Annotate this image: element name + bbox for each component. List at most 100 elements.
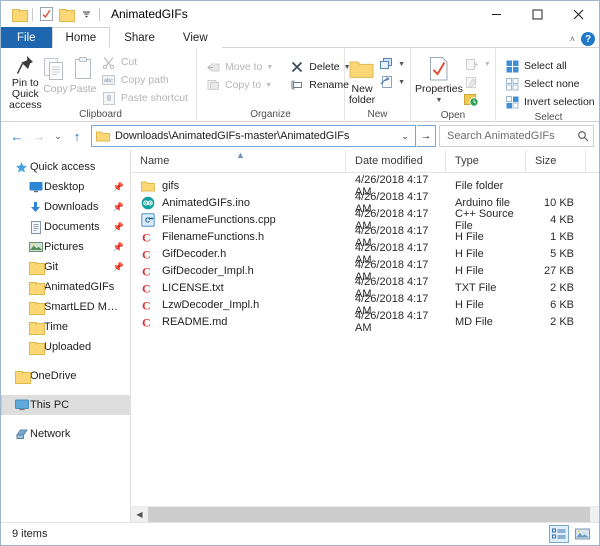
invert-selection-button[interactable]: Invert selection	[500, 93, 599, 111]
sidebar-label: Uploaded	[44, 341, 91, 353]
open-icon	[464, 56, 480, 72]
copy-path-button[interactable]: abc Copy path	[97, 71, 192, 89]
pin-icon[interactable]: 📌	[113, 182, 124, 193]
details-view-button[interactable]	[549, 525, 569, 543]
pin-icon[interactable]: 📌	[113, 262, 124, 273]
horizontal-scrollbar[interactable]: ◀	[131, 506, 599, 522]
sidebar-item-git[interactable]: Git 📌	[1, 257, 130, 277]
pin-icon[interactable]: 📌	[113, 202, 124, 213]
copy-label: Copy	[43, 84, 68, 95]
new-folder-icon[interactable]	[56, 4, 76, 24]
paste-button[interactable]: Paste	[69, 51, 97, 107]
chevron-down-icon[interactable]: ▼	[435, 95, 442, 106]
folder-icon	[27, 262, 44, 273]
arduino-icon	[140, 195, 156, 211]
file-type: C++ Source File	[446, 208, 526, 232]
maximize-button[interactable]	[517, 1, 558, 27]
large-icons-view-button[interactable]	[572, 525, 592, 543]
file-date: 4/26/2018 4:17 AM	[346, 310, 446, 334]
new-folder-label: New folder	[347, 84, 377, 106]
column-header-size[interactable]: Size	[526, 150, 586, 173]
folder-icon[interactable]	[9, 4, 29, 24]
sidebar-item-desktop[interactable]: Desktop 📌	[1, 177, 130, 197]
pin-icon[interactable]: 📌	[113, 222, 124, 233]
search-input[interactable]: Search AnimatedGIFs	[439, 125, 594, 147]
new-item-button[interactable]: ▼	[377, 55, 406, 73]
tab-file[interactable]: File	[1, 27, 52, 48]
easy-access-button[interactable]: ▼	[377, 73, 406, 91]
dropdown-arrow-icon[interactable]	[76, 4, 96, 24]
select-all-button[interactable]: Select all	[500, 57, 599, 75]
sidebar-item-time[interactable]: Time	[1, 317, 130, 337]
tab-share[interactable]: Share	[110, 27, 169, 48]
collapse-ribbon-button[interactable]: ˄	[570, 34, 575, 44]
chevron-down-icon[interactable]: ▼	[398, 61, 405, 68]
copy-path-icon: abc	[101, 72, 117, 88]
new-folder-button[interactable]: New folder	[347, 51, 377, 107]
scrollbar-track[interactable]	[148, 507, 599, 523]
file-type: MD File	[446, 316, 526, 328]
table-row[interactable]: C README.md 4/26/2018 4:17 AM MD File 2 …	[131, 313, 599, 330]
select-none-button[interactable]: Select none	[500, 75, 599, 93]
history-button[interactable]	[463, 91, 492, 109]
forward-button[interactable]: →	[28, 125, 50, 147]
properties-icon[interactable]	[36, 4, 56, 24]
sidebar-item-uploaded[interactable]: Uploaded	[1, 337, 130, 357]
copy-icon	[43, 54, 67, 84]
column-header-name[interactable]: Name ▲	[131, 150, 346, 173]
sidebar-label: Network	[30, 428, 70, 440]
ribbon-group-clipboard: Pin to Quick access Copy	[5, 48, 197, 122]
scrollbar-thumb[interactable]	[148, 507, 590, 523]
sidebar-item-animatedgifs[interactable]: AnimatedGIFs	[1, 277, 130, 297]
address-input[interactable]: Downloads\AnimatedGIFs-master\AnimatedGI…	[91, 125, 416, 147]
chevron-down-icon[interactable]: ▼	[398, 79, 405, 86]
sidebar-item-this-pc[interactable]: This PC	[1, 395, 130, 415]
go-button[interactable]: →	[417, 125, 436, 147]
tab-home[interactable]: Home	[52, 27, 111, 48]
edit-button[interactable]	[463, 73, 492, 91]
column-header-type[interactable]: Type	[446, 150, 526, 173]
sidebar-item-onedrive[interactable]: OneDrive	[1, 366, 130, 386]
move-to-button[interactable]: Move to ▼	[201, 58, 277, 76]
file-size: 4 KB	[526, 214, 586, 226]
back-button[interactable]: ←	[6, 125, 28, 147]
sidebar-item-pictures[interactable]: Pictures 📌	[1, 237, 130, 257]
chevron-down-icon[interactable]: ▼	[484, 61, 491, 68]
file-name: README.md	[162, 316, 227, 328]
properties-button[interactable]: Properties ▼	[415, 51, 463, 107]
chevron-down-icon[interactable]: ▼	[265, 82, 272, 89]
explorer-body: Quick access Desktop 📌 Downloads 📌	[1, 150, 599, 522]
window-title: AnimatedGIFs	[111, 7, 188, 21]
up-button[interactable]: ↑	[66, 125, 88, 147]
file-name-cell: C README.md	[131, 314, 346, 330]
sidebar-item-network[interactable]: Network	[1, 424, 130, 444]
desktop-icon	[27, 181, 44, 193]
address-path-text: Downloads\AnimatedGIFs-master\AnimatedGI…	[111, 130, 397, 142]
minimize-button[interactable]	[476, 1, 517, 27]
scroll-left-icon[interactable]: ◀	[131, 507, 148, 523]
copy-to-button[interactable]: Copy to ▼	[201, 76, 277, 94]
copy-button[interactable]: Copy	[42, 51, 70, 107]
recent-locations-button[interactable]: ⌄	[50, 125, 66, 147]
sidebar-item-quick-access[interactable]: Quick access	[1, 157, 130, 177]
pin-icon[interactable]: 📌	[113, 242, 124, 253]
help-button[interactable]: ?	[581, 32, 595, 46]
close-button[interactable]	[558, 1, 599, 27]
search-placeholder: Search AnimatedGIFs	[447, 130, 577, 142]
open-button[interactable]: ▼	[463, 55, 492, 73]
chevron-down-icon[interactable]: ⌄	[397, 131, 413, 142]
column-header-date-modified[interactable]: Date modified	[346, 150, 446, 173]
divider	[32, 8, 33, 21]
chevron-down-icon[interactable]: ▼	[266, 64, 273, 71]
sidebar-item-downloads[interactable]: Downloads 📌	[1, 197, 130, 217]
pin-to-quick-access-button[interactable]: Pin to Quick access	[9, 51, 42, 107]
paste-shortcut-button[interactable]: Paste shortcut	[97, 89, 192, 107]
cut-button[interactable]: Cut	[97, 53, 192, 71]
sidebar-item-documents[interactable]: Documents 📌	[1, 217, 130, 237]
file-name-cell: C FilenameFunctions.h	[131, 229, 346, 245]
svg-text:C: C	[142, 315, 151, 329]
move-to-icon	[205, 59, 221, 75]
move-to-label: Move to	[225, 61, 262, 73]
sidebar-item-smartled-matrix[interactable]: SmartLED Matrix	[1, 297, 130, 317]
tab-view[interactable]: View	[169, 27, 222, 48]
